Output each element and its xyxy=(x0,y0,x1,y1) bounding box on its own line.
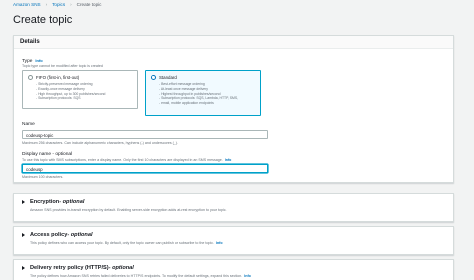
display-name-info-link[interactable]: Info xyxy=(225,158,232,162)
encryption-title-text: Encryption xyxy=(30,199,60,205)
display-name-hint-top: To use this topic with SMS subscriptions… xyxy=(22,158,231,162)
display-name-hint: Maximum 100 characters. xyxy=(22,175,64,179)
caret-right-icon xyxy=(22,200,25,204)
details-panel: Details Type Info Topic type cannot be mo… xyxy=(13,35,454,183)
name-hint: Maximum 256 characters. Can include alph… xyxy=(22,141,178,145)
breadcrumb-current: Create topic xyxy=(76,2,102,7)
type-option-fifo[interactable]: FIFO (first-in, first-out) Strictly-pres… xyxy=(22,70,138,109)
type-option-standard[interactable]: Standard Best-effort message ordering At… xyxy=(145,70,261,116)
access-policy-title-text: Access policy xyxy=(30,232,68,238)
standard-feature: email, mobile application endpoints xyxy=(159,101,238,106)
delivery-retry-desc-text: The policy defines how Amazon SNS retrie… xyxy=(30,274,243,278)
fifo-title: FIFO (first-in, first-out) xyxy=(36,75,80,80)
name-label: Name xyxy=(22,122,35,127)
fifo-features: Strictly-preserved message ordering Exac… xyxy=(36,82,105,101)
optional-tag: - optional xyxy=(108,265,134,271)
encryption-title[interactable]: Encryption - optional xyxy=(22,199,445,205)
breadcrumb-amazon-sns[interactable]: Amazon SNS xyxy=(13,2,41,7)
optional-tag: - optional xyxy=(67,232,93,238)
type-hint: Topic type cannot be modified after topi… xyxy=(22,64,103,68)
fifo-radio[interactable] xyxy=(28,75,33,80)
breadcrumb-topics[interactable]: Topics xyxy=(52,2,65,7)
breadcrumb-separator-icon: › xyxy=(70,2,72,7)
display-name-hint-text: To use this topic with SMS subscriptions… xyxy=(22,158,223,162)
caret-right-icon xyxy=(22,233,25,237)
fifo-feature: Subscription protocols: SQS xyxy=(36,96,105,101)
display-name-label-text: Display name - optional xyxy=(22,152,73,157)
standard-title: Standard xyxy=(159,75,177,80)
access-policy-desc: This policy defines who can access your … xyxy=(30,241,445,245)
delivery-retry-desc: The policy defines how Amazon SNS retrie… xyxy=(30,274,445,278)
name-input[interactable]: codeusp-topic xyxy=(22,130,268,139)
access-policy-info-link[interactable]: Info xyxy=(216,241,223,245)
delivery-retry-title[interactable]: Delivery retry policy (HTTP/S) - optiona… xyxy=(22,265,445,271)
delivery-retry-info-link[interactable]: Info xyxy=(244,274,251,278)
encryption-desc: Amazon SNS provides in-transit encryptio… xyxy=(30,208,227,212)
access-policy-title[interactable]: Access policy - optional xyxy=(22,232,445,238)
delivery-retry-section[interactable]: Delivery retry policy (HTTP/S) - optiona… xyxy=(13,259,454,280)
standard-features: Best-effort message ordering At-least on… xyxy=(159,82,238,106)
display-name-input[interactable]: codeusp xyxy=(22,164,268,173)
encryption-section[interactable]: Encryption - optional Amazon SNS provide… xyxy=(13,193,454,222)
delivery-retry-title-text: Delivery retry policy (HTTP/S) xyxy=(30,265,109,271)
caret-right-icon xyxy=(22,266,25,270)
type-info-link[interactable]: Info xyxy=(35,58,42,63)
access-policy-desc-text: This policy defines who can access your … xyxy=(30,241,214,245)
breadcrumb-separator-icon: › xyxy=(45,2,48,7)
optional-tag: - optional xyxy=(59,199,85,205)
display-name-label: Display name - optional xyxy=(22,152,72,157)
access-policy-section[interactable]: Access policy - optional This policy def… xyxy=(13,226,454,255)
page-title: Create topic xyxy=(13,14,73,26)
breadcrumb: Amazon SNS › Topics › Create topic xyxy=(13,2,101,7)
standard-radio[interactable] xyxy=(151,75,156,80)
details-heading: Details xyxy=(14,36,453,49)
